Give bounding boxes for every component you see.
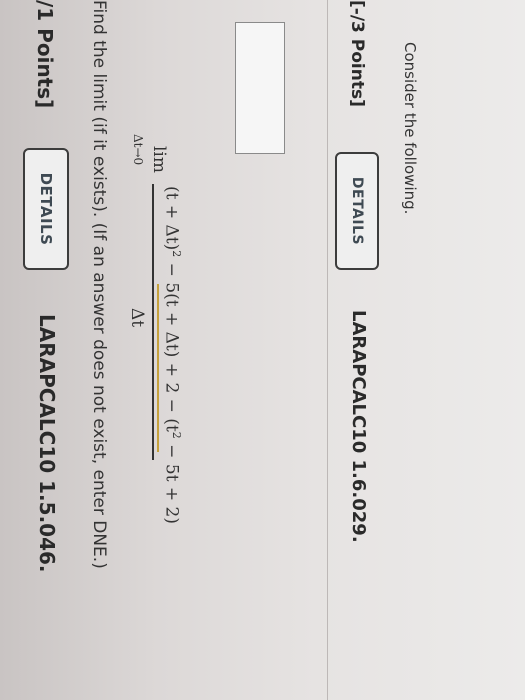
lim-subscript: Δt→0	[131, 134, 145, 166]
lim-label: lim	[149, 146, 169, 173]
numerator-part-b: − 5(t + Δt) + 2 − (t	[161, 257, 182, 432]
q1-details-label: DETAILS	[37, 172, 55, 246]
numerator-highlight	[157, 284, 159, 452]
q2-details-button[interactable]: DETAILS	[335, 152, 379, 270]
q2-details-label: DETAILS	[349, 176, 365, 246]
limit-denominator: Δt	[127, 308, 147, 328]
q2-points-label: [-/3 Points]	[347, 0, 367, 107]
answer-input[interactable]	[235, 22, 285, 154]
question-divider	[327, 0, 328, 700]
assignment-page: /1 Points] DETAILS LARAPCALC10 1.5.046. …	[0, 0, 525, 700]
numerator-exp-b: 2	[170, 431, 183, 439]
limit-numerator: (t + Δt)2 − 5(t + Δt) + 2 − (t2 − 5t + 2…	[161, 186, 183, 524]
numerator-part-c: − 5t + 2)	[161, 438, 182, 524]
numerator-part-a: (t + Δt)	[161, 186, 182, 251]
q2-problem-code: LARAPCALC10 1.6.029.	[348, 310, 369, 543]
q1-points-label: /1 Points]	[33, 0, 57, 109]
q2-prompt: Consider the following.	[401, 42, 419, 215]
q1-details-button[interactable]: DETAILS	[23, 148, 69, 270]
q1-prompt: Find the limit (if it exists). (If an an…	[89, 0, 109, 569]
fraction-bar	[152, 184, 154, 460]
q1-problem-code: LARAPCALC10 1.5.046.	[35, 314, 59, 573]
